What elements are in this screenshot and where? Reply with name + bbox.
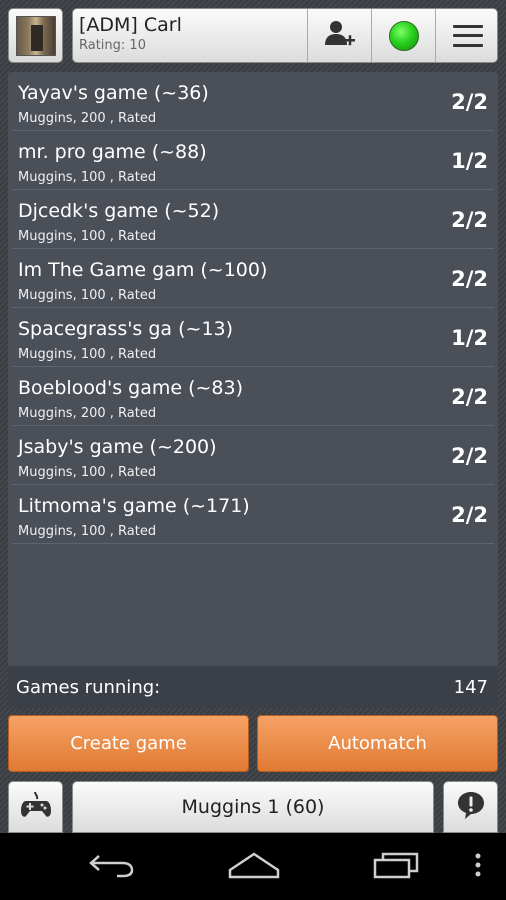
game-subtitle: Muggins, 100 , Rated: [18, 465, 157, 480]
game-row[interactable]: Djcedk's game (~52) Muggins, 100 , Rated 2…: [12, 190, 494, 249]
games-running-count: 147: [453, 676, 488, 698]
game-slots: 2/2: [451, 503, 488, 527]
create-game-button[interactable]: Create game: [8, 715, 249, 772]
game-subtitle: Muggins, 100 , Rated: [18, 524, 157, 539]
home-button[interactable]: [212, 833, 296, 900]
game-title: Spacegrass's ga (~13): [18, 318, 234, 340]
menu-icon: [452, 24, 483, 47]
game-mode-selector[interactable]: Muggins 1 (60): [72, 781, 434, 833]
recent-apps-button[interactable]: [356, 833, 436, 900]
game-title: Yayav's game (~36): [18, 82, 209, 104]
back-icon: [87, 850, 137, 884]
game-row[interactable]: Boeblood's game (~83) Muggins, 200 , Rate…: [12, 367, 494, 426]
game-row[interactable]: Jsaby's game (~200) Muggins, 100 , Rated 2…: [12, 426, 494, 485]
menu-button[interactable]: [435, 9, 497, 62]
home-icon: [227, 850, 281, 884]
add-friend-button[interactable]: [307, 9, 371, 62]
game-title: Boeblood's game (~83): [18, 377, 244, 399]
game-subtitle: Muggins, 100 , Rated: [18, 229, 157, 244]
games-running-bar: Games running: 147: [8, 666, 498, 708]
game-subtitle: Muggins, 200 , Rated: [18, 406, 157, 421]
game-row[interactable]: mr. pro game (~88) Muggins, 100 , Rated 1/…: [12, 131, 494, 190]
game-list-panel: Yayav's game (~36) Muggins, 200 , Rated 2/…: [8, 72, 498, 708]
add-friend-icon: [323, 17, 357, 55]
game-title: Jsaby's game (~200): [18, 436, 217, 458]
game-row[interactable]: Yayav's game (~36) Muggins, 200 , Rated 2/…: [12, 72, 494, 131]
game-title: Litmoma's game (~171): [18, 495, 250, 517]
game-slots: 2/2: [451, 444, 488, 468]
game-subtitle: Muggins, 200 , Rated: [18, 111, 157, 126]
gamepad-icon: [20, 789, 52, 825]
recent-apps-icon: [371, 850, 421, 884]
user-bar: [ADM] Carl Rating: 10: [72, 8, 498, 63]
gamepad-button[interactable]: [8, 781, 63, 833]
overflow-button[interactable]: [466, 833, 490, 900]
system-nav-bar: [0, 833, 506, 900]
overflow-icon: [474, 852, 482, 882]
automatch-button[interactable]: Automatch: [257, 715, 498, 772]
game-list: Yayav's game (~36) Muggins, 200 , Rated 2/…: [8, 72, 498, 544]
game-title: mr. pro game (~88): [18, 141, 207, 163]
games-running-label: Games running:: [16, 676, 161, 698]
online-status-button[interactable]: [371, 9, 435, 62]
game-row[interactable]: Spacegrass's ga (~13) Muggins, 100 , Rate…: [12, 308, 494, 367]
chat-alert-icon: [455, 789, 487, 825]
avatar[interactable]: [8, 8, 63, 63]
game-slots: 2/2: [451, 90, 488, 114]
game-slots: 2/2: [451, 208, 488, 232]
user-name: [ADM] Carl: [79, 14, 182, 36]
user-info[interactable]: [ADM] Carl Rating: 10: [73, 9, 307, 62]
game-subtitle: Muggins, 100 , Rated: [18, 288, 157, 303]
game-title: Djcedk's game (~52): [18, 200, 220, 222]
game-subtitle: Muggins, 100 , Rated: [18, 347, 157, 362]
online-status-icon: [388, 20, 419, 51]
user-rating: Rating: 10: [79, 38, 146, 53]
top-bar: [ADM] Carl Rating: 10: [0, 0, 506, 70]
chat-alert-button[interactable]: [443, 781, 498, 833]
game-row[interactable]: Litmoma's game (~171) Muggins, 100 , Rate…: [12, 485, 494, 544]
avatar-image: [15, 15, 56, 56]
game-subtitle: Muggins, 100 , Rated: [18, 170, 157, 185]
game-row[interactable]: Im The Game gam (~100) Muggins, 100 , Rat…: [12, 249, 494, 308]
game-slots: 1/2: [451, 149, 488, 173]
game-slots: 2/2: [451, 267, 488, 291]
game-title: Im The Game gam (~100): [18, 259, 268, 281]
game-slots: 2/2: [451, 385, 488, 409]
back-button[interactable]: [72, 833, 152, 900]
game-slots: 1/2: [451, 326, 488, 350]
